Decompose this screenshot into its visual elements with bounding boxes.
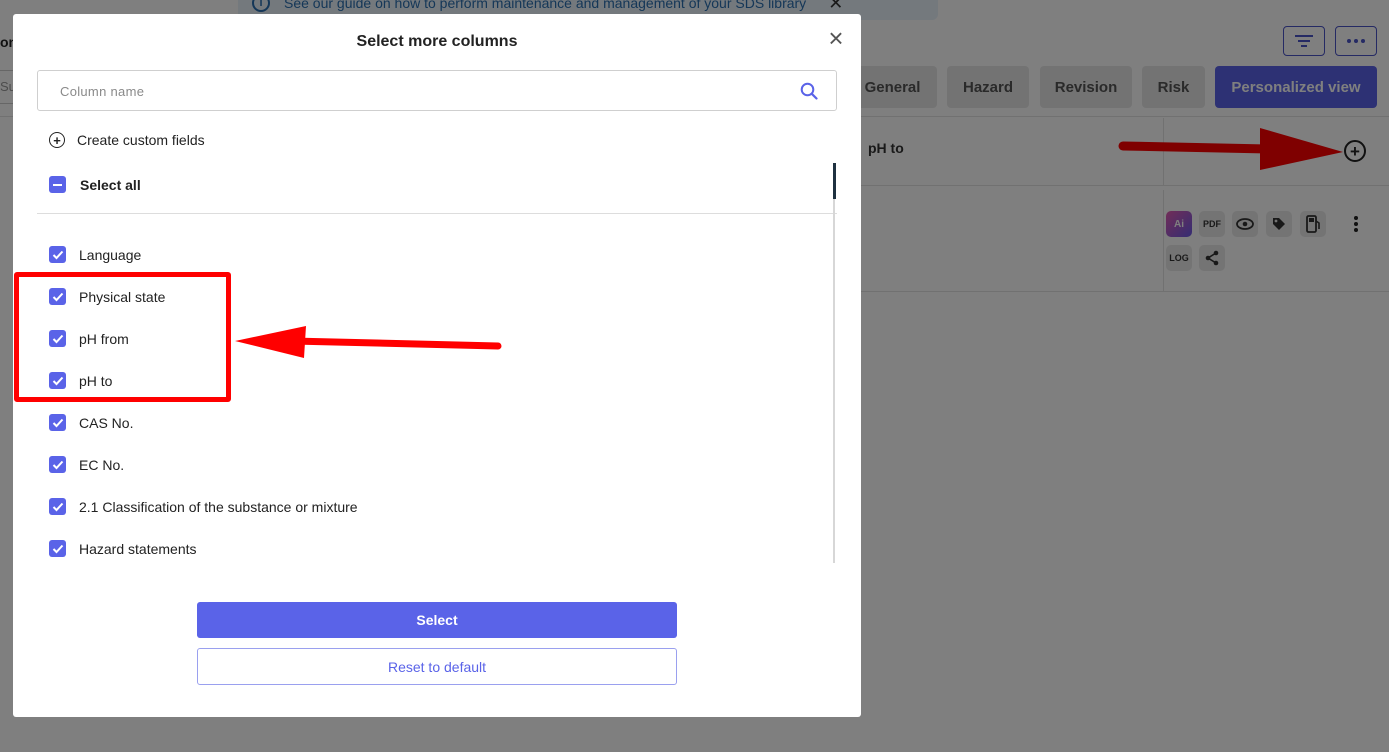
column-option-label: CAS No.: [79, 414, 134, 431]
scrollbar-track[interactable]: [833, 163, 835, 563]
select-button[interactable]: Select: [197, 602, 677, 638]
checkbox-checked-icon[interactable]: [49, 456, 66, 473]
indeterminate-checkbox-icon[interactable]: [49, 176, 66, 193]
column-option-classification[interactable]: 2.1 Classification of the substance or m…: [49, 498, 358, 515]
select-all-checkbox[interactable]: Select all: [49, 176, 141, 193]
create-custom-fields-label: Create custom fields: [77, 132, 205, 148]
column-search-field[interactable]: [37, 70, 837, 111]
checkbox-checked-icon[interactable]: [49, 498, 66, 515]
create-custom-fields-button[interactable]: + Create custom fields: [49, 132, 205, 148]
close-icon[interactable]: ×: [825, 25, 847, 51]
checkbox-checked-icon[interactable]: [49, 414, 66, 431]
select-all-label: Select all: [80, 176, 141, 193]
scrollbar-thumb[interactable]: [833, 163, 836, 199]
dialog-title: Select more columns: [356, 33, 518, 50]
reset-to-default-button[interactable]: Reset to default: [197, 648, 677, 685]
column-option-hazard-statements[interactable]: Hazard statements: [49, 540, 197, 557]
checkbox-checked-icon[interactable]: [49, 246, 66, 263]
column-option-cas-no[interactable]: CAS No.: [49, 414, 133, 431]
column-option-label: Language: [79, 246, 142, 263]
column-option-ec-no[interactable]: EC No.: [49, 456, 124, 473]
column-option-label: Hazard statements: [79, 540, 197, 557]
search-icon[interactable]: [800, 82, 818, 100]
plus-circle-icon: +: [49, 132, 65, 148]
annotation-highlight-box: [14, 272, 231, 402]
divider: [37, 213, 837, 214]
annotation-arrow-left: [235, 326, 502, 358]
column-option-language[interactable]: Language: [49, 246, 141, 263]
column-option-label: EC No.: [79, 456, 125, 473]
checkbox-checked-icon[interactable]: [49, 540, 66, 557]
column-option-label: 2.1 Classification of the substance or m…: [79, 498, 358, 515]
column-search-input[interactable]: [60, 81, 760, 101]
